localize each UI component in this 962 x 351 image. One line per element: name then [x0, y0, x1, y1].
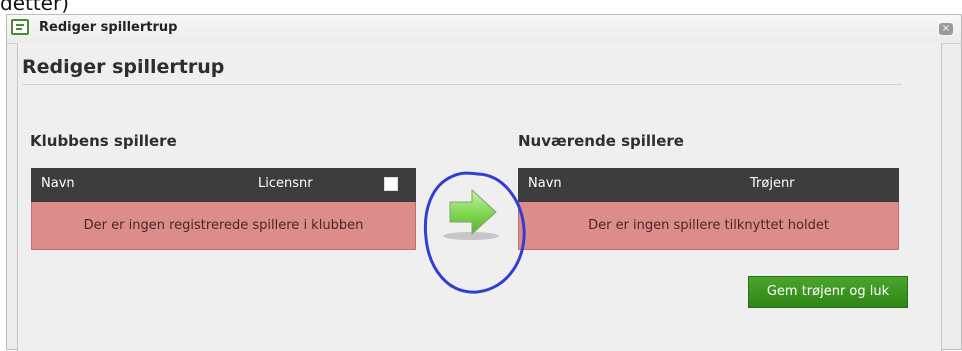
- page-title: Rediger spillertrup: [22, 56, 225, 78]
- current-players-title: Nuværende spillere: [518, 132, 684, 150]
- current-players-empty-row: Der er ingen spillere tilknyttet holdet: [518, 202, 899, 250]
- column-licensnr: Licensnr: [258, 176, 313, 191]
- form-icon: [11, 19, 29, 35]
- select-all-checkbox[interactable]: [384, 177, 398, 191]
- current-players-header: Navn Trøjenr: [518, 168, 899, 202]
- club-players-table: Navn Licensnr Der er ingen registrerede …: [31, 168, 416, 250]
- close-icon[interactable]: ×: [939, 23, 953, 35]
- transfer-arrow-button[interactable]: [436, 188, 506, 242]
- club-players-title: Klubbens spillere: [30, 132, 177, 150]
- club-players-empty-row: Der er ingen registrerede spillere i klu…: [31, 202, 416, 250]
- title-divider: [22, 84, 902, 85]
- dialog-titlebar: Rediger spillertrup ×: [7, 15, 961, 44]
- club-players-header: Navn Licensnr: [31, 168, 416, 202]
- column-navn: Navn: [41, 176, 75, 191]
- column-troejenr: Trøjenr: [750, 176, 795, 191]
- save-and-close-button[interactable]: Gem trøjenr og luk: [748, 276, 908, 308]
- dialog-title: Rediger spillertrup: [39, 20, 178, 35]
- current-players-table: Navn Trøjenr Der er ingen spillere tilkn…: [518, 168, 899, 250]
- column-navn: Navn: [528, 176, 562, 191]
